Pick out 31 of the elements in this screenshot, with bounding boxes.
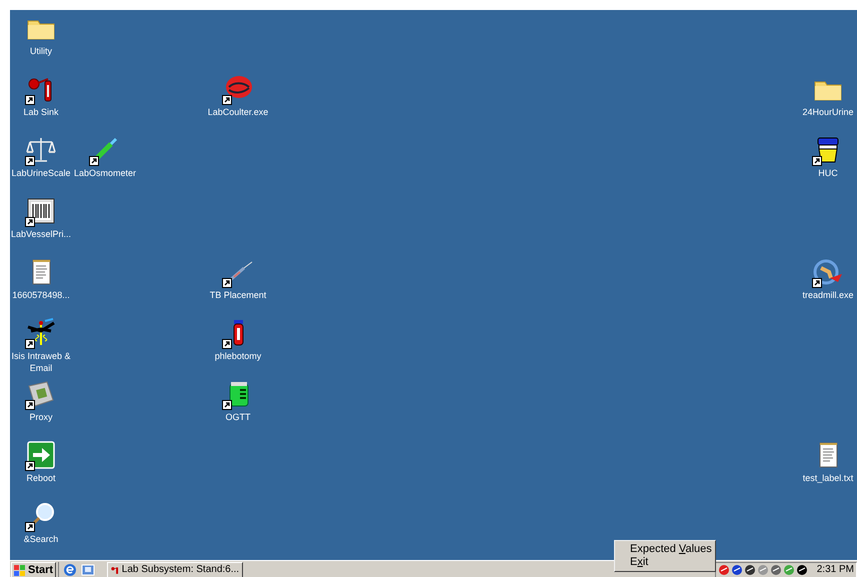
icon-label[interactable]: 24HourUrine xyxy=(802,106,854,118)
icon-label[interactable]: HUC xyxy=(818,167,838,179)
icon-label[interactable]: phlebotomy xyxy=(214,350,262,362)
tray-icon[interactable] xyxy=(744,564,756,576)
icon-label[interactable]: Proxy xyxy=(29,411,52,423)
menu-item[interactable]: Exit xyxy=(615,556,715,569)
icon-label[interactable]: TB Placement xyxy=(210,289,266,301)
tube-and-bulb-icon xyxy=(111,564,119,576)
quick-launch-icon[interactable] xyxy=(81,563,96,577)
tray-icon[interactable] xyxy=(796,564,808,576)
clock[interactable]: 2:31 PM xyxy=(816,565,854,575)
icon-label[interactable]: Lab Sink xyxy=(23,106,59,118)
icon-label[interactable]: LabCoulter.exe xyxy=(208,106,268,118)
menu-item[interactable]: Expected Values xyxy=(615,543,715,556)
icon-label[interactable]: LabOsmometer xyxy=(74,167,136,179)
icon-label[interactable]: Reboot xyxy=(26,472,56,484)
icon-label[interactable]: test_label.txt xyxy=(802,472,854,484)
icon-label[interactable]: 1660578498... xyxy=(12,289,70,301)
start-button[interactable]: Start xyxy=(11,562,56,577)
arrow-sign-icon[interactable] xyxy=(25,439,57,471)
windows-logo-icon xyxy=(14,564,26,576)
icon-label[interactable]: Isis Intraweb & Email xyxy=(3,350,79,374)
browser-e-icon[interactable] xyxy=(63,563,78,577)
icon-label[interactable]: LabUrineScale xyxy=(11,167,71,179)
icon-label[interactable]: Utility xyxy=(30,45,52,57)
icon-label[interactable]: treadmill.exe xyxy=(802,289,854,301)
tray-icon[interactable] xyxy=(730,564,743,576)
taskbar-button[interactable]: Lab Subsystem: Stand:6... xyxy=(107,562,244,577)
icon-label[interactable]: LabVesselPri... xyxy=(10,228,72,240)
icon-label[interactable]: OGTT xyxy=(226,411,250,423)
icon-label[interactable]: &Search xyxy=(24,533,58,545)
